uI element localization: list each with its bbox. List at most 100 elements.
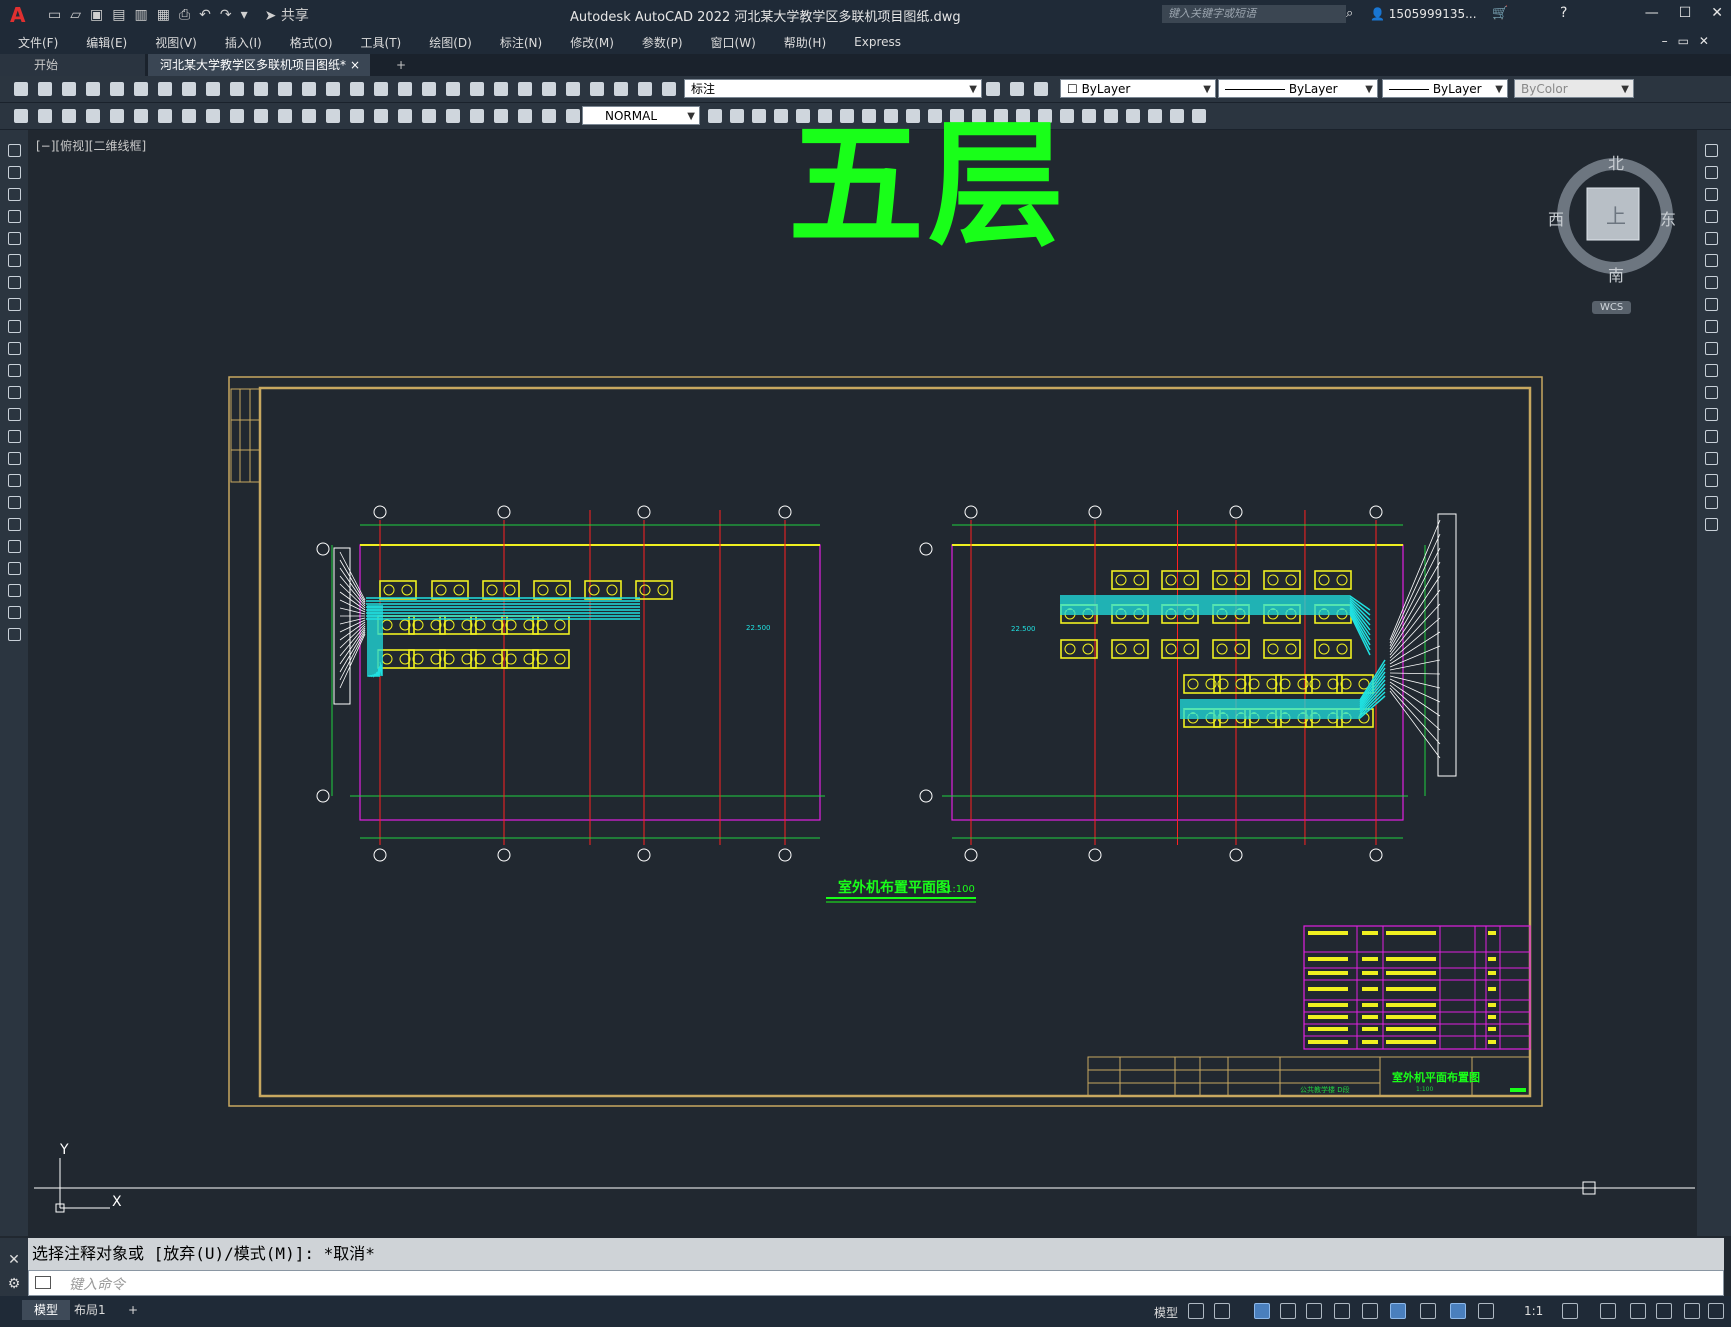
doc-window-controls[interactable]: –▭✕ xyxy=(1662,34,1719,48)
plot-icon[interactable]: ⎙ xyxy=(179,7,190,23)
status-toggle-icon[interactable] xyxy=(1254,1303,1270,1319)
status-toggle-icon[interactable] xyxy=(1450,1303,1466,1319)
app-logo[interactable]: A xyxy=(10,3,28,27)
standard-tool-icon[interactable] xyxy=(398,82,412,96)
dimension-tool-icon[interactable] xyxy=(1170,109,1184,123)
status-toggle-icon[interactable] xyxy=(1708,1303,1724,1319)
modify-tool-icon[interactable] xyxy=(1705,232,1718,245)
layer-combo[interactable]: 标注 ▼ xyxy=(684,79,982,98)
plotstyle-combo[interactable]: ByColor ▼ xyxy=(1514,79,1634,98)
modify-tool-icon[interactable] xyxy=(1705,408,1718,421)
status-toggle-icon[interactable] xyxy=(1630,1303,1646,1319)
save-web-icon[interactable]: ▦ xyxy=(157,7,170,23)
dimension-tool-icon[interactable] xyxy=(62,109,76,123)
standard-tool-icon[interactable] xyxy=(374,82,388,96)
status-toggle-icon[interactable] xyxy=(1420,1303,1436,1319)
modify-tool-icon[interactable] xyxy=(1705,452,1718,465)
undo-icon[interactable]: ↶ xyxy=(199,7,211,23)
cart-icon[interactable]: 🛒 xyxy=(1492,6,1508,21)
model-space-button[interactable]: 模型 xyxy=(1154,1304,1178,1321)
dimension-tool-icon[interactable] xyxy=(206,109,220,123)
open-file-icon[interactable]: ▱ xyxy=(70,7,81,23)
new-layout-button[interactable]: + xyxy=(116,1300,150,1320)
customize-dropdown-icon[interactable]: ▾ xyxy=(241,7,248,23)
standard-tool-icon[interactable] xyxy=(110,82,124,96)
modify-tool-icon[interactable] xyxy=(1705,430,1718,443)
standard-tool-icon[interactable] xyxy=(614,82,628,96)
status-toggle-icon[interactable] xyxy=(1600,1303,1616,1319)
compass-west-label[interactable]: 西 xyxy=(1548,206,1564,230)
modify-tool-icon[interactable] xyxy=(1705,386,1718,399)
close-command-icon[interactable]: ✕ xyxy=(0,1252,28,1268)
draw-tool-icon[interactable] xyxy=(8,276,21,289)
dimension-tool-icon[interactable] xyxy=(1192,109,1206,123)
standard-tool-icon[interactable] xyxy=(518,82,532,96)
wcs-menu-button[interactable]: WCS xyxy=(1592,301,1632,314)
standard-tool-icon[interactable] xyxy=(350,82,364,96)
standard-tool-icon[interactable] xyxy=(470,82,484,96)
standard-tool-icon[interactable] xyxy=(446,82,460,96)
standard-tool-icon[interactable] xyxy=(38,82,52,96)
menu-insert[interactable]: 插入(I) xyxy=(225,34,262,51)
draw-tool-icon[interactable] xyxy=(8,518,21,531)
tab-close-icon[interactable]: × xyxy=(350,54,360,76)
modify-tool-icon[interactable] xyxy=(1705,166,1718,179)
dimension-tool-icon[interactable] xyxy=(494,109,508,123)
dimension-tool-icon[interactable] xyxy=(302,109,316,123)
viewcube[interactable]: 北 南 西 东 上 WCS xyxy=(1548,150,1683,314)
status-toggle-icon[interactable] xyxy=(1656,1303,1672,1319)
standard-tool-icon[interactable] xyxy=(62,82,76,96)
dimension-tool-icon[interactable] xyxy=(278,109,292,123)
draw-tool-icon[interactable] xyxy=(8,166,21,179)
status-toggle-icon[interactable] xyxy=(1188,1303,1204,1319)
draw-tool-icon[interactable] xyxy=(8,254,21,267)
compass-south-label[interactable]: 南 xyxy=(1608,262,1624,286)
dimension-tool-icon[interactable] xyxy=(326,109,340,123)
linetype-combo[interactable]: ByLayer ▼ xyxy=(1218,79,1378,98)
standard-tool-icon[interactable] xyxy=(494,82,508,96)
standard-tool-icon[interactable] xyxy=(134,82,148,96)
dimension-tool-icon[interactable] xyxy=(518,109,532,123)
standard-tool-icon[interactable] xyxy=(662,82,676,96)
menu-draw[interactable]: 绘图(D) xyxy=(429,34,472,51)
color-combo[interactable]: ☐ ByLayer ▼ xyxy=(1060,79,1216,98)
dimension-tool-icon[interactable] xyxy=(350,109,364,123)
draw-tool-icon[interactable] xyxy=(8,584,21,597)
dimension-tool-icon[interactable] xyxy=(110,109,124,123)
draw-tool-icon[interactable] xyxy=(8,320,21,333)
standard-tool-icon[interactable] xyxy=(14,82,28,96)
draw-tool-icon[interactable] xyxy=(8,188,21,201)
dimension-tool-icon[interactable] xyxy=(470,109,484,123)
maximize-icon[interactable]: ☐ xyxy=(1679,5,1692,21)
dimension-tool-icon[interactable] xyxy=(254,109,268,123)
search-icon[interactable]: ⌕ xyxy=(1346,6,1353,21)
new-tab-button[interactable]: + xyxy=(384,54,406,76)
draw-tool-icon[interactable] xyxy=(8,298,21,311)
dimension-tool-icon[interactable] xyxy=(14,109,28,123)
standard-tool-icon[interactable] xyxy=(542,82,556,96)
draw-tool-icon[interactable] xyxy=(8,628,21,641)
status-toggle-icon[interactable] xyxy=(1478,1303,1494,1319)
command-input[interactable]: 键入命令 xyxy=(28,1270,1724,1296)
viewport-label[interactable]: [−][俯视][二维线框] xyxy=(36,137,146,154)
save-icon[interactable]: ▣ xyxy=(90,7,103,23)
compass-north-label[interactable]: 北 xyxy=(1608,150,1624,174)
menu-view[interactable]: 视图(V) xyxy=(155,34,197,51)
draw-tool-icon[interactable] xyxy=(8,606,21,619)
modify-tool-icon[interactable] xyxy=(1705,254,1718,267)
wrench-icon[interactable]: ⚙ xyxy=(0,1276,28,1292)
modify-tool-icon[interactable] xyxy=(1705,342,1718,355)
modify-tool-icon[interactable] xyxy=(1705,144,1718,157)
dimension-tool-icon[interactable] xyxy=(446,109,460,123)
modify-tool-icon[interactable] xyxy=(1705,320,1718,333)
save-as-icon[interactable]: ▤ xyxy=(112,7,125,23)
new-file-icon[interactable]: ▭ xyxy=(48,7,61,23)
modify-tool-icon[interactable] xyxy=(1705,518,1718,531)
dimension-tool-icon[interactable] xyxy=(86,109,100,123)
dimension-tool-icon[interactable] xyxy=(1082,109,1096,123)
modify-tool-icon[interactable] xyxy=(1705,298,1718,311)
dimension-tool-icon[interactable] xyxy=(134,109,148,123)
standard-tool-icon[interactable] xyxy=(638,82,652,96)
dimstyle-combo[interactable]: NORMAL ▼ xyxy=(582,106,700,125)
menu-modify[interactable]: 修改(M) xyxy=(570,34,614,51)
